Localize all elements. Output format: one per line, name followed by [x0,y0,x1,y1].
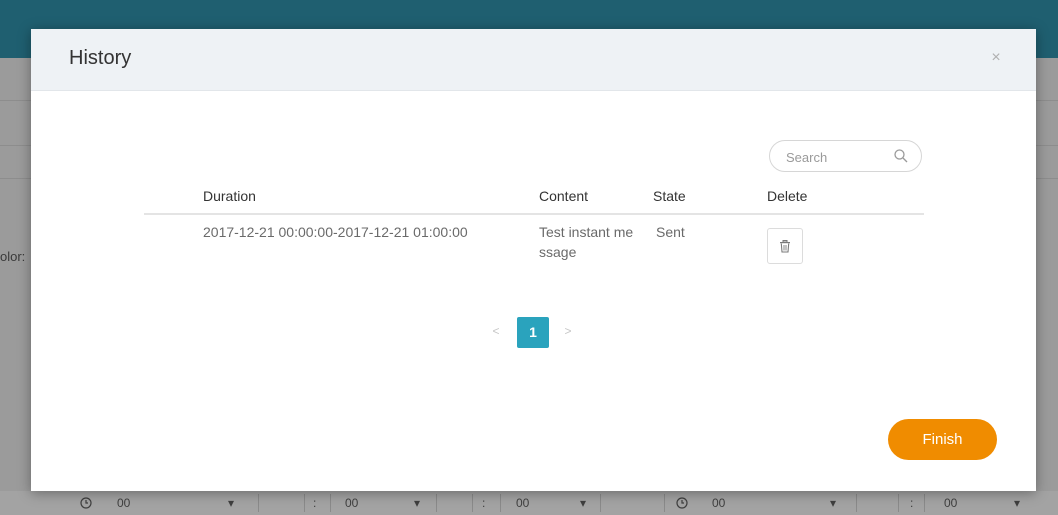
background-color-label: olor: [0,249,26,264]
background-time-value: 00 [117,496,131,510]
table-header-divider [144,213,924,215]
search-box[interactable] [769,140,922,172]
close-icon[interactable]: × [985,47,1007,69]
clock-icon [80,491,92,515]
column-header-content: Content [539,188,589,204]
background-time-value: 00 [516,496,530,510]
colon-separator: : [482,496,486,510]
column-header-duration: Duration [203,188,256,204]
pagination-next-button[interactable]: > [558,319,578,343]
background-separator [600,494,601,512]
chevron-down-icon: ▾ [414,496,421,510]
chevron-down-icon: ▾ [580,496,587,510]
background-separator [304,494,305,512]
background-separator [436,494,437,512]
background-separator [500,494,501,512]
finish-button[interactable]: Finish [888,419,997,460]
trash-icon [780,239,790,253]
background-separator [898,494,899,512]
row-duration: 2017-12-21 00:00:00-2017-12-21 01:00:00 [203,224,468,240]
background-time-value: 00 [345,496,359,510]
dialog-header: History × [31,29,1036,91]
history-dialog: History × Duration Content State Delete … [31,29,1036,491]
column-header-state: State [653,188,686,204]
search-icon[interactable] [893,148,909,164]
background-time-value: 00 [944,496,958,510]
search-input[interactable] [784,147,888,167]
chevron-down-icon: ▾ [228,496,235,510]
row-state: Sent [656,224,685,240]
chevron-down-icon: ▾ [830,496,837,510]
background-separator [924,494,925,512]
colon-separator: : [910,496,914,510]
pagination-page-1[interactable]: 1 [517,317,549,348]
column-header-delete: Delete [767,188,808,204]
chevron-down-icon: ▾ [1014,496,1021,510]
background-time-value: 00 [712,496,726,510]
colon-separator: : [313,496,317,510]
pagination-prev-button[interactable]: < [486,319,506,343]
row-content-line2: ssage [539,244,577,260]
background-separator [258,494,259,512]
background-separator [664,494,665,512]
background-separator [330,494,331,512]
dialog-title: History [69,47,132,69]
row-content-line1: Test instant me [539,224,634,240]
delete-button[interactable] [767,228,803,264]
background-separator [472,494,473,512]
background-separator [856,494,857,512]
clock-icon [676,491,688,515]
